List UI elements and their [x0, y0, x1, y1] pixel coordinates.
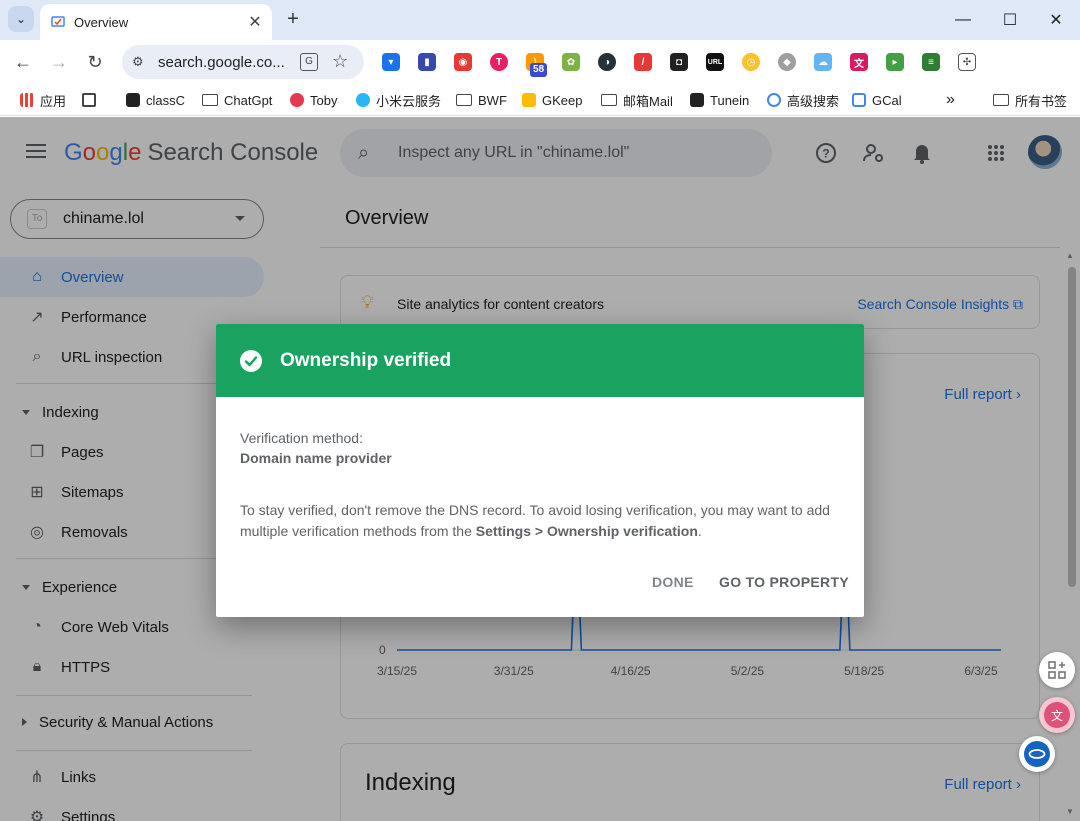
bookmark-grid[interactable] — [82, 84, 102, 116]
settings-path: Settings > Ownership verification — [475, 523, 698, 539]
bookmark-label: 小米云服务 — [376, 93, 442, 109]
bookmark-star-icon[interactable]: ☆ — [332, 51, 348, 72]
bookmark-xiaomi-cloud[interactable]: 小米云服务 — [356, 84, 441, 116]
translate-icon[interactable]: G — [300, 53, 318, 71]
address-bar[interactable]: ⚙ search.google.co... G ☆ — [122, 45, 364, 79]
rss-unread-badge: 58 — [530, 63, 548, 77]
bookmarks-overflow-button[interactable]: » — [946, 84, 955, 116]
extension-icon-3[interactable]: ◉ — [454, 53, 472, 71]
minimize-button[interactable]: — — [940, 0, 986, 40]
dialog-title: Ownership verified — [280, 349, 452, 371]
folder-icon — [993, 94, 1009, 106]
go-to-property-button[interactable]: GO TO PROPERTY — [719, 574, 849, 590]
assistant-ext-button[interactable] — [1019, 736, 1055, 772]
dialog-message: To stay verified, don't remove the DNS r… — [240, 500, 840, 542]
extensions-puzzle-icon[interactable]: ✣ — [958, 53, 976, 71]
ownership-verified-dialog: Ownership verified Verification method: … — [216, 324, 864, 617]
verification-method-label: Verification method: — [240, 430, 363, 446]
bookmark-label: 应用 — [40, 93, 67, 109]
bookmark-label: Tunein — [710, 92, 750, 108]
bookmark-label: GKeep — [542, 92, 583, 108]
bookmark-gcal[interactable]: GCal — [852, 84, 902, 116]
address-url[interactable]: search.google.co... — [158, 54, 288, 71]
bookmark-toby[interactable]: Toby — [290, 84, 337, 116]
folder-icon — [456, 94, 472, 106]
close-icon[interactable]: ✕ — [246, 12, 264, 32]
bookmark-bwf[interactable]: BWF — [456, 84, 507, 116]
extension-icon-9[interactable]: ◘ — [670, 53, 688, 71]
back-button[interactable]: ← — [11, 50, 35, 74]
extension-icon-16[interactable]: ≡ — [922, 53, 940, 71]
grid-icon — [82, 93, 96, 107]
extension-icon-12[interactable]: ◆ — [778, 53, 796, 71]
assistant-logo-icon — [1024, 741, 1050, 767]
extension-icon-14[interactable]: 文 — [850, 53, 868, 71]
bookmark-label: BWF — [478, 92, 507, 108]
tab-strip: ⌄ Overview ✕ + — ☐ ✕ — [0, 0, 1080, 40]
cloud-icon — [356, 93, 370, 107]
bookmark-label: 所有书签 — [1015, 93, 1068, 109]
window-close-button[interactable]: ✕ — [1033, 0, 1079, 40]
dialog-header: Ownership verified — [216, 324, 864, 397]
bookmark-label: Toby — [310, 92, 338, 108]
bookmark-mail[interactable]: 邮箱Mail — [601, 84, 673, 116]
translate-icon: 文 — [1044, 702, 1070, 728]
bookmarks-bar: 应用 classC ChatGpt Toby 小米云服务 BWF GKeep 邮… — [0, 84, 1080, 116]
folder-icon — [202, 94, 218, 106]
extension-icon-13[interactable]: ☁ — [814, 53, 832, 71]
folder-icon — [601, 94, 617, 106]
sidebar-ext-grid-button[interactable] — [1039, 652, 1075, 688]
extension-icon-8[interactable]: / — [634, 53, 652, 71]
apps-grid-icon — [20, 93, 34, 107]
bookmark-chatgpt[interactable]: ChatGpt — [202, 84, 272, 116]
toby-icon — [290, 93, 304, 107]
done-button[interactable]: DONE — [652, 574, 694, 590]
bookmark-label: ChatGpt — [224, 92, 273, 108]
extension-icon-11[interactable]: ◷ — [742, 53, 760, 71]
bookmark-gkeep[interactable]: GKeep — [522, 84, 582, 116]
extension-icon-1[interactable]: ▾ — [382, 53, 400, 71]
extension-icon-15[interactable]: ▸ — [886, 53, 904, 71]
extension-icon-7[interactable]: ◑ — [598, 53, 616, 71]
bookmark-apps[interactable]: 应用 — [20, 84, 66, 116]
verification-method-value: Domain name provider — [240, 450, 392, 466]
extension-icon-2[interactable]: ▮ — [418, 53, 436, 71]
bookmark-classc[interactable]: classC — [126, 84, 185, 116]
google-icon — [767, 93, 781, 107]
bookmark-label: 邮箱Mail — [623, 93, 673, 109]
search-console-favicon — [51, 16, 65, 27]
tab-overview[interactable]: Overview ✕ — [40, 4, 272, 40]
maximize-button[interactable]: ☐ — [987, 0, 1033, 40]
calendar-icon — [852, 93, 866, 107]
dialog-message-end: . — [697, 523, 702, 539]
check-circle-icon — [240, 349, 262, 372]
new-tab-button[interactable]: + — [282, 8, 304, 30]
all-bookmarks[interactable]: 所有书签 — [993, 84, 1067, 116]
translate-ext-button[interactable]: 文 — [1039, 697, 1075, 733]
browser-toolbar: ← → ↻ ⚙ search.google.co... G ☆ ▾ ▮ ◉ T … — [0, 40, 1080, 114]
tab-search-button[interactable]: ⌄ — [8, 6, 34, 32]
tunein-icon — [690, 93, 704, 107]
bookmark-label: GCal — [872, 92, 902, 108]
bookmark-advanced-search[interactable]: 高级搜索 — [767, 84, 839, 116]
classc-icon — [126, 93, 140, 107]
bookmark-label: classC — [146, 92, 186, 108]
keep-icon — [522, 93, 536, 107]
extension-icon-6[interactable]: ✿ — [562, 53, 580, 71]
bookmark-tunein[interactable]: Tunein — [690, 84, 749, 116]
forward-button[interactable]: → — [47, 50, 71, 74]
reload-button[interactable]: ↻ — [83, 50, 107, 74]
bookmark-label: 高级搜索 — [787, 93, 840, 109]
tab-title: Overview — [74, 14, 129, 30]
url-extension-icon[interactable]: URL — [706, 53, 724, 71]
site-settings-icon[interactable]: ⚙ — [132, 54, 150, 70]
grid-add-icon — [1048, 661, 1066, 679]
extension-icon-4[interactable]: T — [490, 53, 508, 71]
